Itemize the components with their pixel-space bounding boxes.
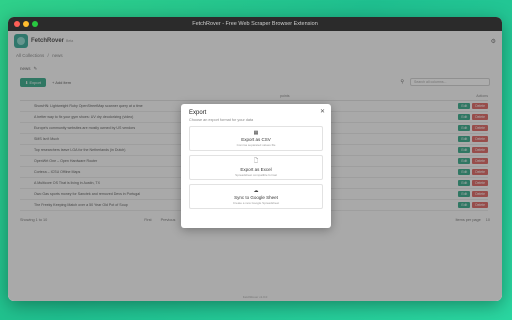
titlebar: FetchRover - Free Web Scraper Browser Ex…	[8, 17, 502, 31]
cloud-icon: ☁	[253, 188, 259, 194]
export-csv-desc: Comma separated values file	[236, 143, 276, 147]
export-excel-option[interactable]: 🗋 Export as Excel Spreadsheet compatible…	[189, 155, 323, 180]
table-icon: ▦	[253, 130, 259, 136]
sync-google-sheet-desc: Create a new Google Spreadsheet	[232, 201, 280, 205]
export-csv-option[interactable]: ▦ Export as CSV Comma separated values f…	[189, 126, 323, 151]
modal-subtitle: Choose an export format for your data	[189, 118, 254, 122]
sync-google-sheet-option[interactable]: ☁ Sync to Google Sheet Create a new Goog…	[189, 184, 323, 209]
file-icon: 🗋	[253, 158, 259, 164]
export-modal: Export Choose an export format for your …	[181, 104, 331, 228]
export-csv-label: Export as CSV	[241, 137, 271, 142]
export-excel-desc: Spreadsheet compatible format	[235, 173, 277, 177]
export-excel-label: Export as Excel	[240, 167, 272, 172]
sync-google-sheet-label: Sync to Google Sheet	[234, 195, 278, 200]
close-icon[interactable]: ✕	[320, 108, 325, 115]
modal-title: Export	[189, 110, 207, 116]
window-title: FetchRover - Free Web Scraper Browser Ex…	[192, 21, 318, 27]
